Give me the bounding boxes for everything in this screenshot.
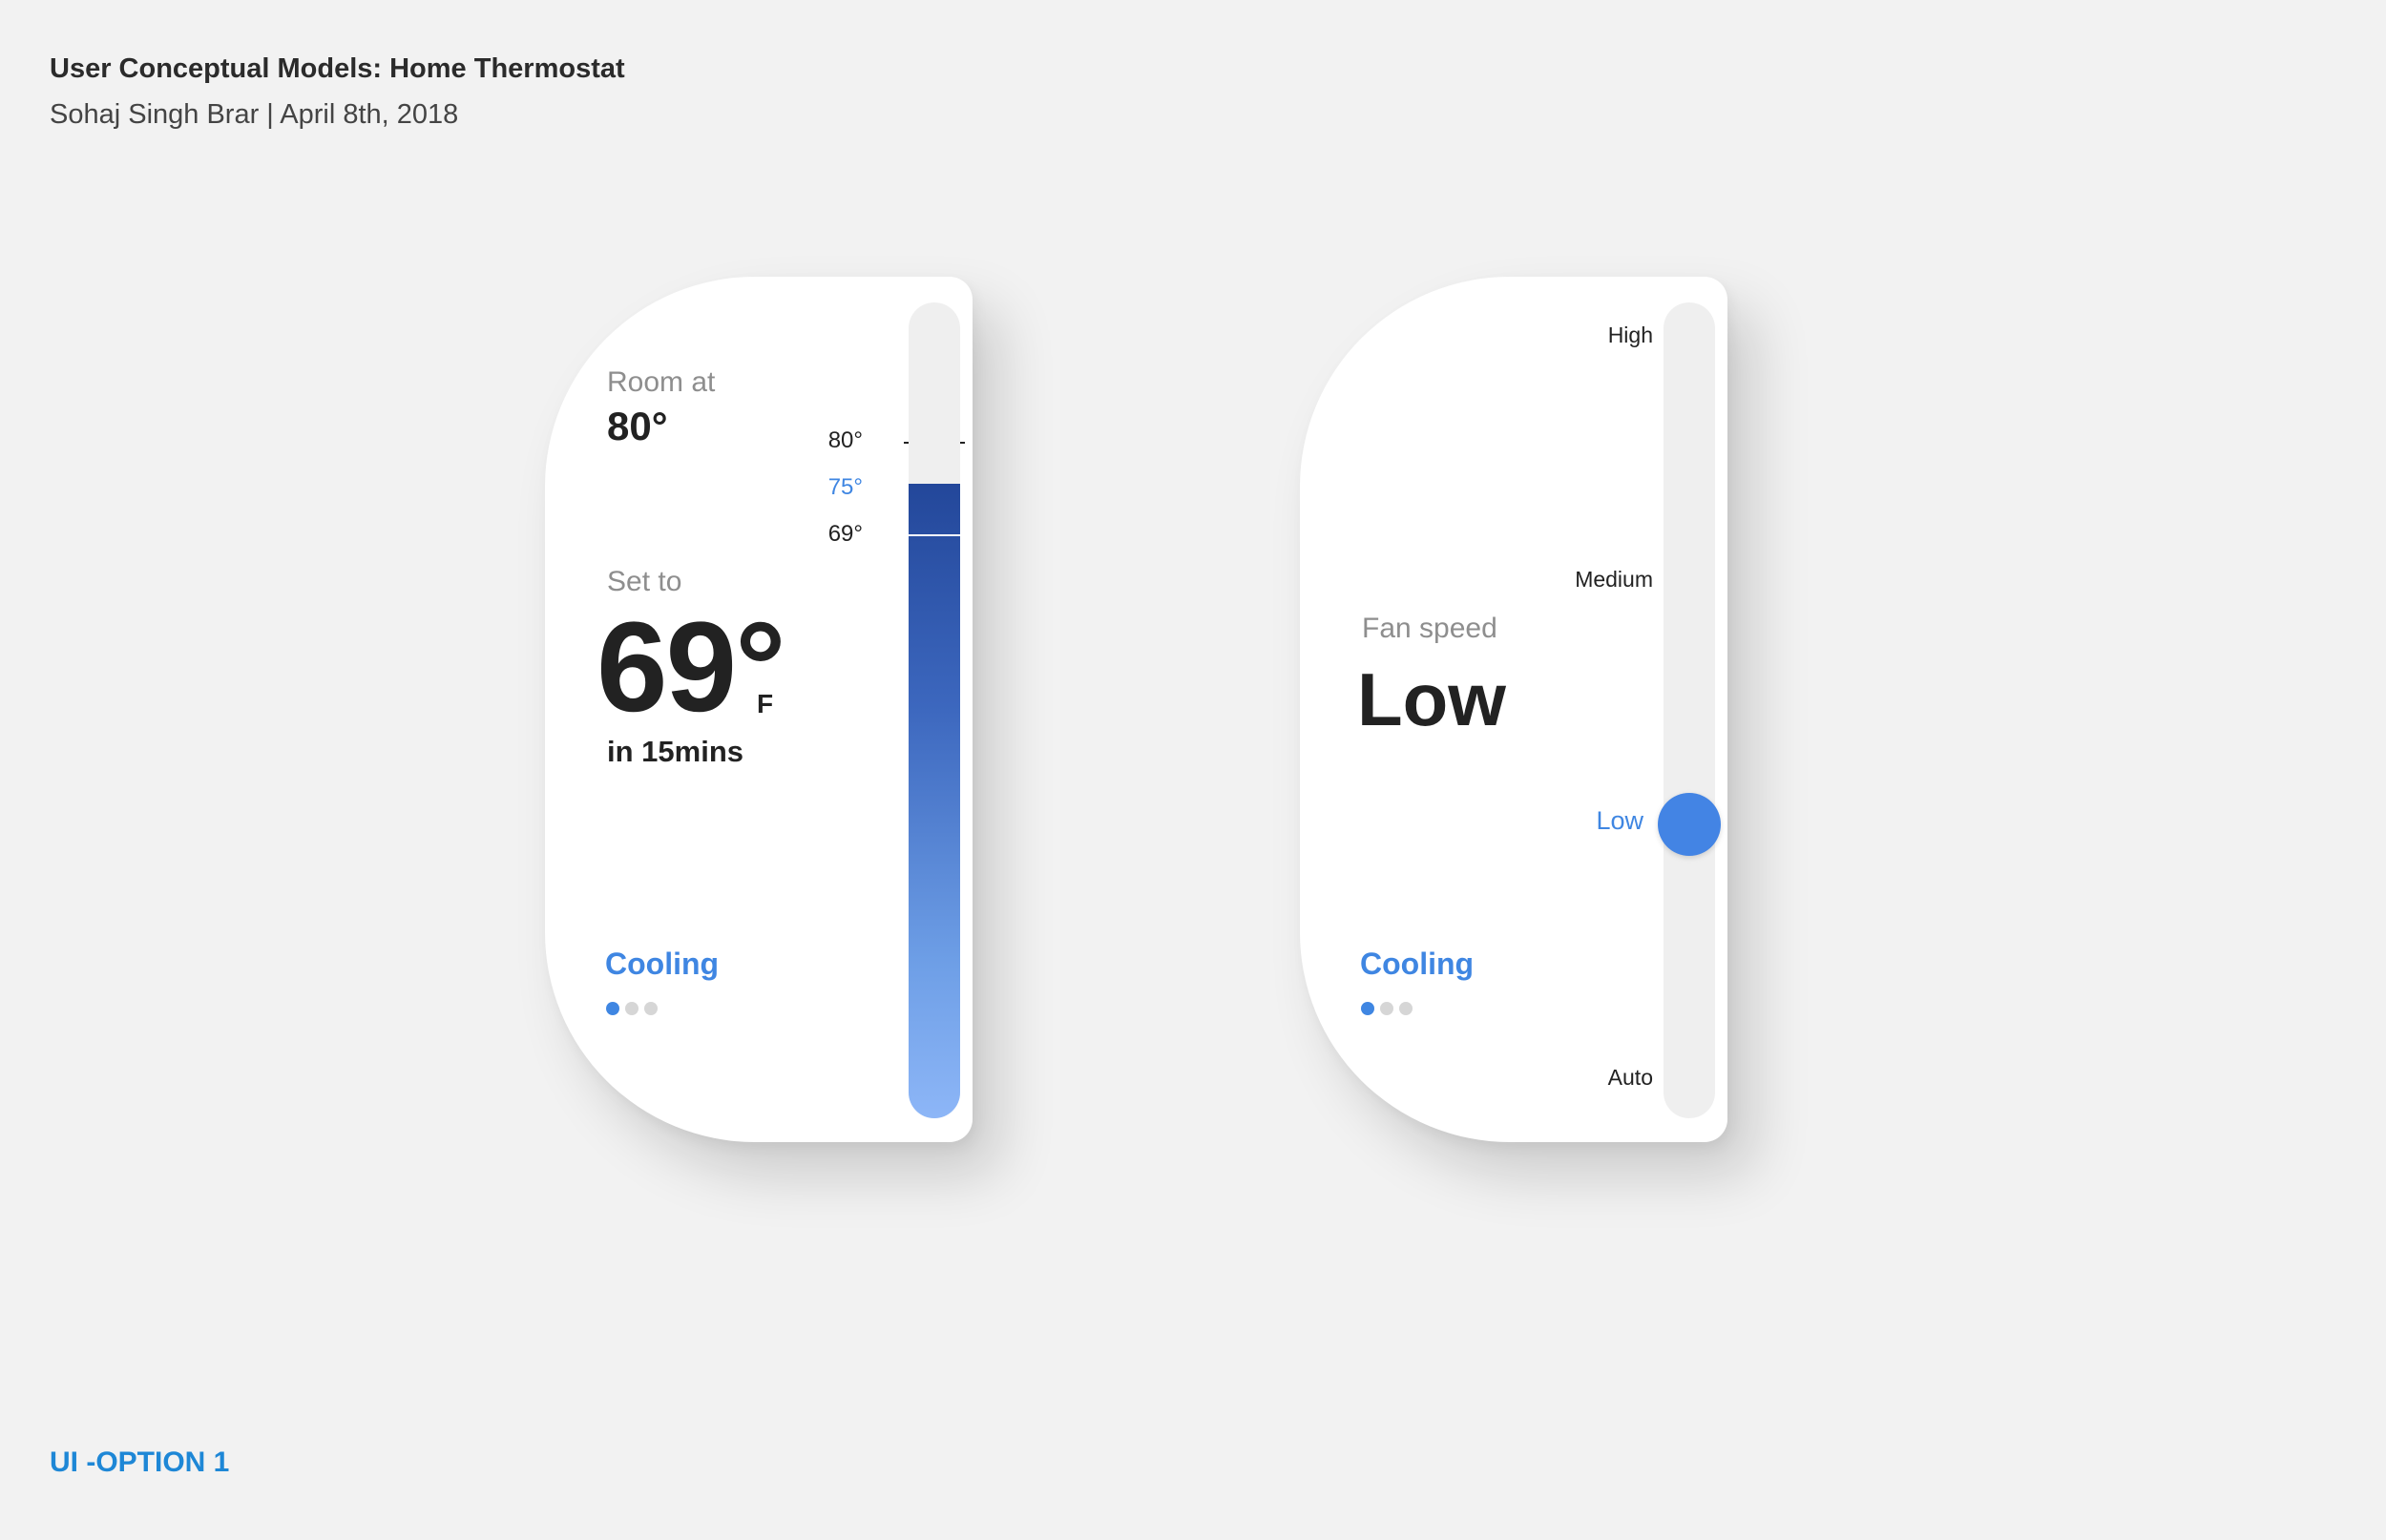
page-dot[interactable]	[606, 1002, 619, 1015]
room-temp-value: 80°	[607, 404, 668, 448]
fan-speed-value: Low	[1357, 657, 1506, 741]
mode-button[interactable]: Cooling	[605, 947, 719, 982]
setpoint-marker-label: 69°	[827, 520, 863, 547]
room-temp-marker-label: 80°	[827, 427, 863, 453]
temperature-slider-fill	[909, 484, 960, 1118]
page-dot[interactable]	[1361, 1002, 1374, 1015]
page-indicator	[1361, 1002, 1413, 1015]
page-dot[interactable]	[644, 1002, 658, 1015]
fan-speed-option-high[interactable]: High	[1538, 323, 1653, 348]
fan-speed-option-low[interactable]: Low	[1529, 806, 1643, 836]
fan-speed-knob[interactable]	[1658, 793, 1721, 856]
page-dot[interactable]	[1380, 1002, 1393, 1015]
fill-top-marker-label: 75°	[827, 474, 863, 500]
document-subtitle: Sohaj Singh Brar | April 8th, 2018	[50, 99, 459, 130]
temperature-slider[interactable]	[909, 302, 960, 1118]
room-temp-label: Room at	[607, 366, 716, 398]
fan-speed-label: Fan speed	[1362, 613, 1497, 644]
page-dot[interactable]	[1399, 1002, 1413, 1015]
document-title: User Conceptual Models: Home Thermostat	[50, 53, 625, 84]
eta-text: in 15mins	[607, 735, 743, 768]
page-dot[interactable]	[625, 1002, 638, 1015]
fan-speed-option-medium[interactable]: Medium	[1538, 567, 1653, 593]
setpoint-handle[interactable]	[909, 533, 960, 536]
option-label: UI -OPTION 1	[50, 1446, 230, 1478]
temperature-card: Room at 80° Set to 69° F in 15mins Cooli…	[545, 277, 973, 1142]
fan-speed-slider[interactable]	[1664, 302, 1715, 1118]
fan-speed-option-auto[interactable]: Auto	[1538, 1065, 1653, 1091]
page-indicator	[606, 1002, 658, 1015]
setpoint-label: Set to	[607, 566, 682, 597]
temperature-unit: F	[757, 689, 774, 718]
fan-card: Fan speed Low Cooling High Medium Low Au…	[1300, 277, 1727, 1142]
mode-button[interactable]: Cooling	[1360, 947, 1474, 982]
